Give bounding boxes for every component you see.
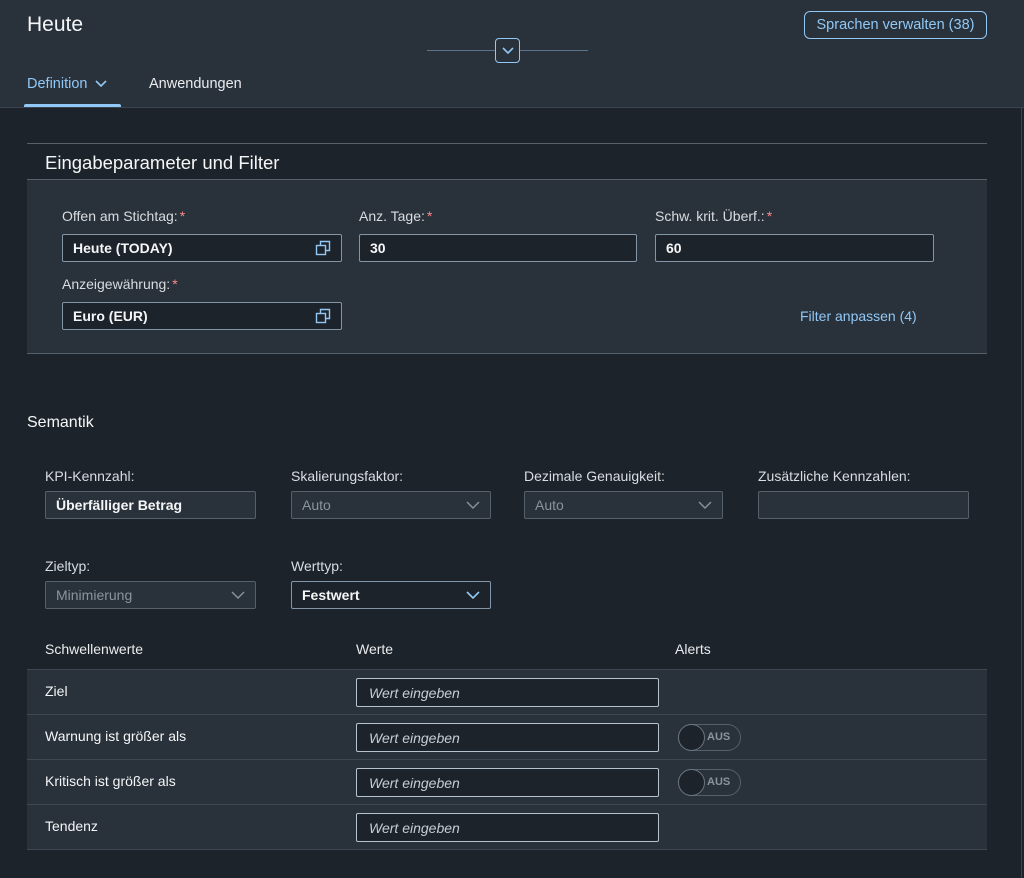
warning-alert-switch[interactable]: AUS xyxy=(678,724,741,751)
input-placeholder: Wert eingeben xyxy=(369,729,460,746)
kpi-label: KPI-Kennzahl: xyxy=(45,468,135,484)
chevron-down-icon xyxy=(466,591,480,599)
collapse-header-button[interactable] xyxy=(495,38,520,63)
value-type-select[interactable]: Festwert xyxy=(291,581,491,609)
switch-knob xyxy=(678,769,705,796)
required-marker: * xyxy=(426,208,433,224)
collapse-line-left xyxy=(427,50,495,51)
currency-value: Euro (EUR) xyxy=(73,308,148,324)
goal-type-value: Minimierung xyxy=(56,587,133,603)
table-row: Kritisch ist größer als Wert eingeben AU… xyxy=(27,760,987,805)
decimals-value: Auto xyxy=(535,497,564,513)
required-marker: * xyxy=(766,208,773,224)
chevron-down-icon xyxy=(95,80,108,88)
collapse-line-right xyxy=(520,50,588,51)
required-marker: * xyxy=(172,276,178,292)
goal-type-select[interactable]: Minimierung xyxy=(45,581,256,609)
additional-measures-field[interactable] xyxy=(758,491,969,519)
warning-value-input[interactable]: Wert eingeben xyxy=(356,723,659,752)
semantics-section-title: Semantik xyxy=(27,414,94,431)
divider xyxy=(1021,108,1022,878)
critical-value-input[interactable]: Wert eingeben xyxy=(356,768,659,797)
chevron-down-icon xyxy=(698,501,712,509)
table-row: Warnung ist größer als Wert eingeben AUS xyxy=(27,715,987,760)
object-page-header: Heute Sprachen verwalten (38) Definition… xyxy=(0,0,1024,108)
threshold-label-text: Schw. krit. Überf.: xyxy=(655,208,765,224)
required-marker: * xyxy=(179,208,186,224)
chevron-down-icon xyxy=(466,501,480,509)
target-value-input[interactable]: Wert eingeben xyxy=(356,678,659,707)
critical-alert-switch[interactable]: AUS xyxy=(678,769,741,796)
value-type-label: Werttyp: xyxy=(291,558,343,574)
trend-value-input[interactable]: Wert eingeben xyxy=(356,813,659,842)
thresholds-table: Schwellenwerte Werte Alerts Ziel Wert ei… xyxy=(27,629,987,851)
scaling-select[interactable]: Auto xyxy=(291,491,491,519)
currency-input[interactable]: Euro (EUR) xyxy=(62,302,342,330)
open-on-label: Offen am Stichtag: * xyxy=(62,208,185,224)
days-input[interactable]: 30 xyxy=(359,234,637,262)
switch-state-text: AUS xyxy=(707,776,731,788)
column-header-thresholds: Schwellenwerte xyxy=(45,641,144,657)
open-on-input[interactable]: Heute (TODAY) xyxy=(62,234,342,262)
decimals-select[interactable]: Auto xyxy=(524,491,723,519)
days-value: 30 xyxy=(370,240,386,256)
value-type-value: Festwert xyxy=(302,587,360,603)
table-row: Tendenz Wert eingeben xyxy=(27,805,987,850)
tab-applications[interactable]: Anwendungen xyxy=(149,76,242,92)
value-help-icon[interactable] xyxy=(315,308,331,324)
adapt-filters-link[interactable]: Filter anpassen (4) xyxy=(800,308,917,324)
row-label-target: Ziel xyxy=(45,683,68,699)
value-help-icon[interactable] xyxy=(315,240,331,256)
chevron-down-icon xyxy=(501,46,514,54)
table-row: Ziel Wert eingeben xyxy=(27,670,987,715)
open-on-value: Heute (TODAY) xyxy=(73,240,173,256)
threshold-value: 60 xyxy=(666,240,682,256)
switch-state-text: AUS xyxy=(707,731,731,743)
manage-languages-button[interactable]: Sprachen verwalten (38) xyxy=(804,11,987,39)
row-label-critical: Kritisch ist größer als xyxy=(45,773,176,789)
kpi-field[interactable]: Überfälliger Betrag xyxy=(45,491,256,519)
switch-knob xyxy=(678,724,705,751)
filter-panel-titlebar: Eingabeparameter und Filter xyxy=(27,144,987,180)
threshold-label: Schw. krit. Überf.: * xyxy=(655,208,772,224)
kpi-value: Überfälliger Betrag xyxy=(56,497,183,513)
input-placeholder: Wert eingeben xyxy=(369,684,460,701)
table-header: Schwellenwerte Werte Alerts xyxy=(27,629,987,670)
tab-definition-label: Definition xyxy=(27,76,88,92)
input-placeholder: Wert eingeben xyxy=(369,819,460,836)
goal-type-label: Zieltyp: xyxy=(45,558,91,574)
currency-label: Anzeigewährung: * xyxy=(62,276,178,292)
tab-selected-indicator xyxy=(24,104,121,107)
filter-panel-title: Eingabeparameter und Filter xyxy=(45,152,280,173)
threshold-input[interactable]: 60 xyxy=(655,234,934,262)
chevron-down-icon xyxy=(231,591,245,599)
tab-definition[interactable]: Definition xyxy=(27,76,108,92)
decimals-label: Dezimale Genauigkeit: xyxy=(524,468,665,484)
currency-label-text: Anzeigewährung: xyxy=(62,276,171,292)
row-label-warning: Warnung ist größer als xyxy=(45,728,187,744)
scaling-value: Auto xyxy=(302,497,331,513)
column-header-values: Werte xyxy=(356,641,394,657)
days-label-text: Anz. Tage: xyxy=(359,208,425,224)
input-placeholder: Wert eingeben xyxy=(369,774,460,791)
open-on-label-text: Offen am Stichtag: xyxy=(62,208,178,224)
filter-panel: Eingabeparameter und Filter Offen am Sti… xyxy=(27,143,987,354)
column-header-alerts: Alerts xyxy=(675,641,711,657)
additional-measures-label: Zusätzliche Kennzahlen: xyxy=(758,468,911,484)
page-title: Heute xyxy=(27,13,84,36)
days-label: Anz. Tage: * xyxy=(359,208,432,224)
row-label-trend: Tendenz xyxy=(45,818,98,834)
scaling-label: Skalierungsfaktor: xyxy=(291,468,404,484)
